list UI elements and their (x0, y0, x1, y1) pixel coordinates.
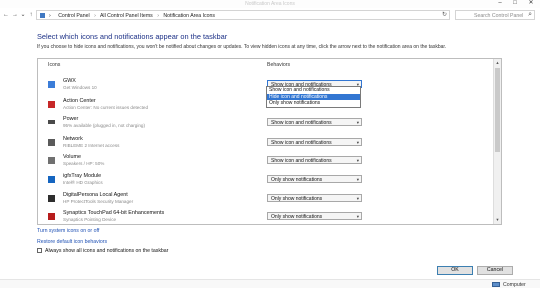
item-description: 95% available (plugged in, not charging) (63, 123, 145, 128)
item-description: RIBLEME 2 Internet access (63, 143, 120, 148)
action-center-flag-icon (48, 101, 55, 108)
chevron-down-icon: ▾ (356, 158, 359, 163)
page-description: If you choose to hide icons and notifica… (37, 44, 447, 50)
behavior-select-digitalpersona[interactable]: Only show notifications ▾ (267, 194, 362, 202)
minimize-button[interactable]: – (494, 0, 506, 8)
system-icons-link[interactable]: Turn system icons on or off (37, 228, 99, 234)
item-name: Power (63, 116, 79, 122)
chevron-down-icon: ▾ (356, 140, 359, 145)
touchpad-icon (48, 213, 55, 220)
list-item-network: Network RIBLEME 2 Internet access Show i… (38, 135, 493, 155)
list-item-power: Power 95% available (plugged in, not cha… (38, 115, 493, 135)
item-description: Get Windows 10 (63, 85, 97, 90)
item-name: igfxTray Module (63, 173, 102, 179)
refresh-icon[interactable]: ↻ (442, 11, 447, 19)
select-value: Show icon and notifications (271, 157, 332, 164)
item-description: Action Center: No current issues detecte… (63, 105, 149, 110)
status-text: Computer (503, 281, 526, 288)
search-placeholder: Search Control Panel (474, 13, 524, 19)
dropdown-option[interactable]: Only show notifications (267, 100, 360, 107)
select-value: Only show notifications (271, 195, 323, 202)
network-icon (48, 139, 55, 146)
breadcrumb-control-panel[interactable]: Control Panel (58, 13, 89, 19)
security-icon (48, 195, 55, 202)
window-title: Notification Area Icons (245, 1, 295, 7)
computer-icon (492, 281, 500, 287)
breadcrumb-separator: › (157, 12, 159, 19)
behavior-select-power[interactable]: Show icon and notifications ▾ (267, 118, 362, 126)
item-name: DigitalPersona Local Agent (63, 192, 128, 198)
address-bar-row: ← → ⌄ ↑ › Control Panel › All Control Pa… (0, 10, 540, 20)
control-panel-icon (40, 13, 45, 18)
intel-graphics-icon (48, 176, 55, 183)
forward-button[interactable]: → (11, 11, 19, 19)
behavior-dropdown-list[interactable]: Show icon and notifications Hide icon an… (266, 86, 361, 108)
list-item-igfxtray: igfxTray Module Intel® HD Graphics Only … (38, 172, 493, 192)
behavior-select-volume[interactable]: Show icon and notifications ▾ (267, 156, 362, 164)
item-name: Synaptics TouchPad 64-bit Enhancements (63, 210, 165, 216)
battery-icon (48, 120, 55, 124)
item-name: Action Center (63, 98, 96, 104)
chevron-down-icon: ▾ (356, 177, 359, 182)
chevron-down-icon: ▾ (356, 196, 359, 201)
item-name: Network (63, 136, 83, 142)
breadcrumb-separator: › (49, 12, 51, 19)
title-bar: Notification Area Icons – □ ✕ (0, 0, 540, 8)
icons-list-panel: Icons Behaviors GWX Get Windows 10 Show … (37, 58, 502, 225)
behavior-select-network[interactable]: Show icon and notifications ▾ (267, 138, 362, 146)
status-bar: Computer (0, 279, 540, 288)
item-description: HP ProtectTools Security Manager (63, 199, 134, 204)
back-button[interactable]: ← (2, 11, 10, 19)
breadcrumb-current[interactable]: Notification Area Icons (163, 13, 215, 19)
scroll-up-icon[interactable]: ▲ (494, 59, 501, 67)
vertical-scrollbar[interactable]: ▲ ▼ (493, 59, 501, 224)
up-button[interactable]: ↑ (27, 11, 35, 19)
search-icon[interactable]: ⌕ (528, 11, 532, 19)
list-item-digitalpersona: DigitalPersona Local Agent HP ProtectToo… (38, 191, 493, 211)
page-title: Select which icons and notifications app… (37, 32, 228, 41)
address-field[interactable]: › Control Panel › All Control Panel Item… (36, 10, 450, 20)
column-header-behaviors: Behaviors (267, 62, 291, 68)
item-description: Speakers / HP: 50% (63, 161, 105, 166)
select-value: Only show notifications (271, 176, 323, 183)
select-value: Show icon and notifications (271, 139, 332, 146)
select-value: Only show notifications (271, 213, 323, 220)
restore-defaults-link[interactable]: Restore default icon behaviors (37, 239, 107, 245)
behavior-select-igfxtray[interactable]: Only show notifications ▾ (267, 175, 362, 183)
behavior-select-synaptics[interactable]: Only show notifications ▾ (267, 212, 362, 220)
recent-locations-button[interactable]: ⌄ (19, 11, 27, 19)
always-show-checkbox[interactable] (37, 248, 42, 253)
item-name: Volume (63, 154, 81, 160)
breadcrumb-separator: › (94, 12, 96, 19)
item-description: Synaptics Pointing Device (63, 217, 117, 222)
breadcrumb-all-items[interactable]: All Control Panel Items (100, 13, 153, 19)
maximize-button[interactable]: □ (509, 0, 521, 8)
search-box[interactable]: Search Control Panel ⌕ (455, 10, 535, 20)
select-value: Show icon and notifications (271, 119, 332, 126)
chevron-down-icon: ▾ (356, 214, 359, 219)
list-item-volume: Volume Speakers / HP: 50% Show icon and … (38, 153, 493, 173)
chevron-down-icon: ▾ (356, 120, 359, 125)
scrollbar-thumb[interactable] (495, 68, 500, 152)
column-header-icons: Icons (48, 62, 61, 68)
always-show-label[interactable]: Always show all icons and notifications … (45, 248, 168, 254)
cancel-button[interactable]: Cancel (477, 266, 513, 275)
speaker-icon (48, 157, 55, 164)
scroll-down-icon[interactable]: ▼ (494, 216, 501, 224)
list-item-synaptics: Synaptics TouchPad 64-bit Enhancements S… (38, 209, 493, 224)
gwx-icon (48, 81, 55, 88)
item-name: GWX (63, 78, 76, 84)
item-description: Intel® HD Graphics (63, 180, 103, 185)
breadcrumb: › Control Panel › All Control Panel Item… (49, 13, 215, 19)
close-button[interactable]: ✕ (525, 0, 537, 8)
ok-button[interactable]: OK (437, 266, 473, 275)
